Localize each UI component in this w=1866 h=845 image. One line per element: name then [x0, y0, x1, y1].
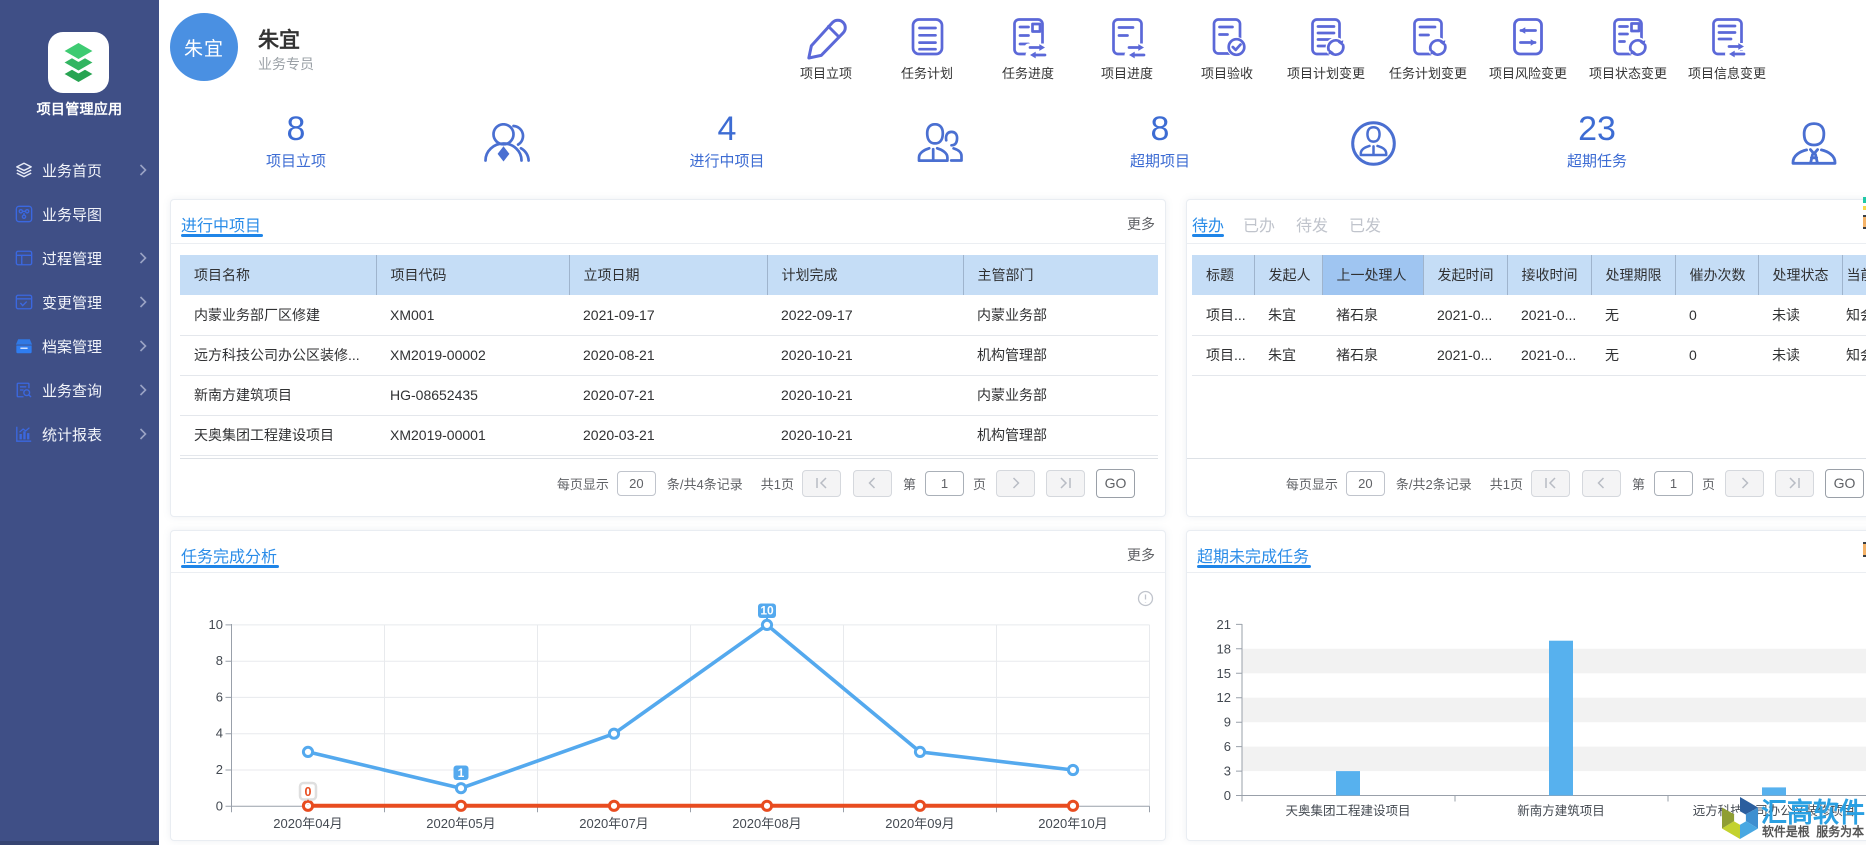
svg-text:2020年09月: 2020年09月	[885, 816, 954, 831]
svg-text:12: 12	[1217, 690, 1231, 705]
svg-text:2020年04月: 2020年04月	[273, 816, 342, 831]
svg-text:2020年10月: 2020年10月	[1038, 816, 1107, 831]
svg-text:0: 0	[1224, 788, 1231, 803]
svg-text:6: 6	[216, 689, 223, 704]
svg-text:天奥集团工程建设项目: 天奥集团工程建设项目	[1285, 803, 1410, 818]
svg-text:10: 10	[209, 617, 223, 632]
svg-text:4: 4	[216, 726, 223, 741]
svg-text:8: 8	[216, 653, 223, 668]
svg-text:新南方建筑项目: 新南方建筑项目	[1517, 803, 1605, 818]
svg-text:软件是根 服务为本: 软件是根 服务为本	[1762, 824, 1864, 839]
svg-text:10: 10	[760, 604, 774, 618]
svg-text:2020年05月: 2020年05月	[426, 816, 495, 831]
svg-text:0: 0	[216, 798, 223, 813]
svg-text:2: 2	[216, 762, 223, 777]
svg-text:21: 21	[1217, 617, 1231, 632]
svg-text:6: 6	[1224, 739, 1231, 754]
svg-text:9: 9	[1224, 715, 1231, 730]
svg-text:2020年08月: 2020年08月	[732, 816, 801, 831]
svg-text:汇高软件: 汇高软件	[1761, 797, 1865, 828]
svg-text:3: 3	[1224, 764, 1231, 779]
svg-text:0: 0	[305, 785, 312, 799]
svg-text:2020年07月: 2020年07月	[579, 816, 648, 831]
svg-text:1: 1	[458, 766, 465, 780]
svg-text:15: 15	[1217, 666, 1231, 681]
svg-text:18: 18	[1217, 641, 1231, 656]
